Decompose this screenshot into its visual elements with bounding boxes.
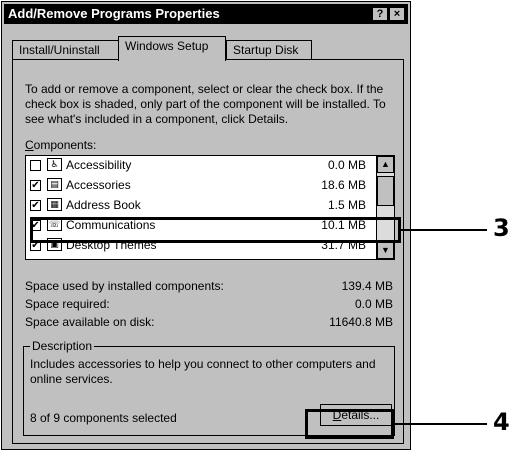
- space-required-label: Space required:: [25, 297, 110, 311]
- components-label: Components:: [25, 138, 97, 152]
- components-list[interactable]: ♿ Accessibility 0.0 MB ✔ ▤ Accessories 1…: [25, 155, 395, 260]
- callout-3-leader: [401, 229, 487, 231]
- title-bar: Add/Remove Programs Properties ? ×: [4, 4, 408, 24]
- scroll-up-icon[interactable]: ▲: [377, 156, 394, 173]
- callout-3-number: 3: [493, 214, 510, 242]
- communications-highlight: [30, 217, 401, 243]
- intro-text: To add or remove a component, select or …: [25, 82, 386, 126]
- details-highlight: [305, 409, 394, 439]
- space-required-value: 0.0 MB: [354, 297, 393, 311]
- selected-count: 8 of 9 components selected: [30, 411, 177, 425]
- help-button[interactable]: ?: [372, 7, 388, 21]
- close-button[interactable]: ×: [389, 7, 405, 21]
- address-book-icon: ▦: [47, 198, 62, 211]
- scroll-down-icon[interactable]: ▼: [377, 242, 394, 259]
- list-item[interactable]: ✔ ▦ Address Book 1.5 MB: [26, 196, 374, 216]
- space-used-row: Space used by installed components: 139.…: [25, 279, 393, 295]
- space-required-row: Space required: 0.0 MB: [25, 297, 393, 313]
- tab-install-uninstall[interactable]: Install/Uninstall: [12, 40, 119, 60]
- checkbox[interactable]: [30, 160, 41, 171]
- accessories-icon: ▤: [47, 178, 62, 191]
- list-item[interactable]: ♿ Accessibility 0.0 MB: [26, 156, 374, 176]
- component-name: Address Book: [66, 198, 141, 212]
- description-text: Includes accessories to help you connect…: [30, 357, 376, 386]
- list-item[interactable]: ✔ ▤ Accessories 18.6 MB: [26, 176, 374, 196]
- vertical-scrollbar[interactable]: ▲ ▼: [376, 156, 394, 259]
- space-used-label: Space used by installed components:: [25, 279, 224, 293]
- space-available-value: 11640.8 MB: [329, 315, 393, 329]
- callout-4-leader: [394, 423, 487, 425]
- tab-startup-disk[interactable]: Startup Disk: [226, 40, 312, 60]
- component-name: Accessibility: [66, 158, 132, 172]
- checkbox[interactable]: ✔: [30, 200, 41, 211]
- space-available-label: Space available on disk:: [25, 315, 155, 329]
- window-title: Add/Remove Programs Properties: [8, 6, 220, 21]
- tab-windows-setup[interactable]: Windows Setup: [118, 36, 226, 61]
- space-available-row: Space available on disk: 11640.8 MB: [25, 315, 393, 331]
- component-size: 18.6 MB: [321, 178, 366, 192]
- accessibility-icon: ♿: [47, 158, 62, 171]
- component-size: 1.5 MB: [327, 198, 366, 212]
- scroll-thumb[interactable]: [377, 176, 394, 206]
- windows-setup-panel: To add or remove a component, select or …: [12, 59, 404, 444]
- space-used-value: 139.4 MB: [341, 279, 393, 293]
- component-size: 0.0 MB: [327, 158, 366, 172]
- description-legend: Description: [30, 339, 95, 353]
- checkbox[interactable]: ✔: [30, 180, 41, 191]
- callout-4-number: 4: [493, 408, 510, 436]
- component-name: Accessories: [66, 178, 131, 192]
